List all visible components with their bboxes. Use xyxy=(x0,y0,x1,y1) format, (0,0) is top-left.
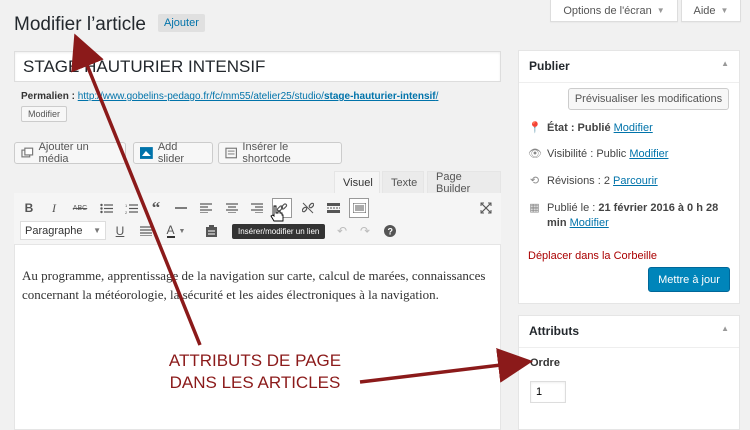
annotation-arrows xyxy=(71,33,533,384)
arrow-to-title xyxy=(71,33,202,346)
arrow-to-order xyxy=(359,347,533,384)
